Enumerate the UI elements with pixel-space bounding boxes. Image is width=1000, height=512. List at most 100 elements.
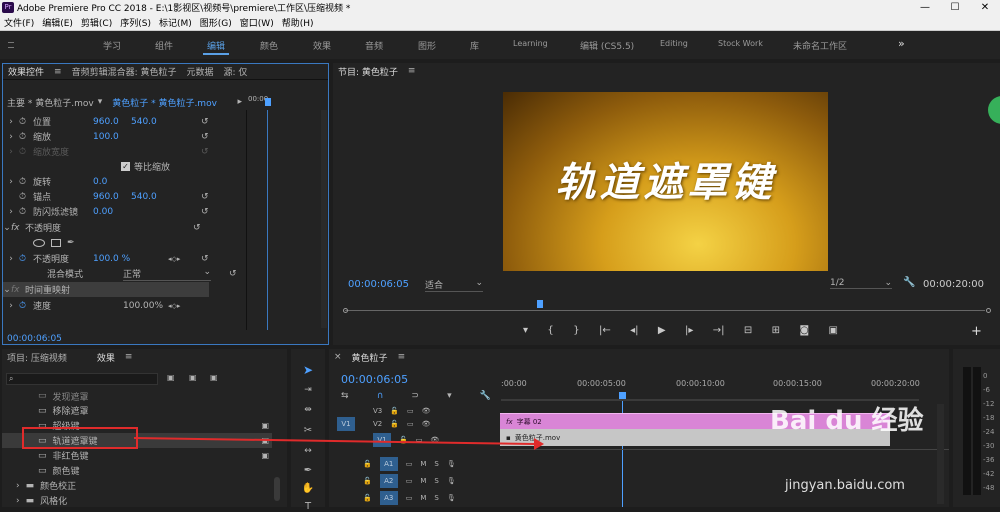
export-frame-button[interactable]: ◙	[799, 325, 809, 336]
workspace-overflow-button[interactable]: »	[898, 37, 905, 50]
expand-arrow-icon[interactable]: ›	[16, 481, 20, 491]
mute-button[interactable]: M	[420, 494, 426, 502]
property-value[interactable]: 100.00%	[123, 301, 168, 311]
sync-icon[interactable]: ▭	[406, 460, 413, 468]
workspace-learn[interactable]: 学习	[103, 39, 121, 52]
tab-project[interactable]: 项目: 压缩视频	[2, 351, 72, 364]
lock-icon[interactable]: 🔓	[363, 494, 372, 502]
workspace-learning-en[interactable]: Learning	[513, 39, 548, 48]
workspace-untitled[interactable]: 未命名工作区	[793, 39, 847, 52]
menu-file[interactable]: 文件(F)	[0, 16, 38, 29]
stopwatch-icon[interactable]: ⏱	[19, 207, 33, 217]
workspace-editing[interactable]: 编辑	[202, 39, 230, 55]
property-value[interactable]: 0.0	[93, 177, 201, 187]
accelerated-effects-icon[interactable]: ▣	[167, 373, 175, 382]
maximize-button[interactable]: ☐	[940, 2, 970, 13]
go-to-out-button[interactable]: →|	[713, 325, 725, 336]
collapse-arrow-icon[interactable]: ⌄	[3, 223, 11, 233]
tab-effects[interactable]: 效果	[72, 351, 120, 364]
workspace-graphics[interactable]: 图形	[418, 39, 436, 52]
menu-sequence[interactable]: 序列(S)	[116, 16, 155, 29]
property-value[interactable]: 100.0 %	[93, 254, 168, 264]
blend-mode-dropdown[interactable]: 正常 ⌄	[123, 267, 211, 281]
workspace-editing-cs55[interactable]: 编辑 (CS5.5)	[580, 39, 634, 52]
workspace-editing-en[interactable]: Editing	[660, 39, 688, 48]
ripple-edit-tool-icon[interactable]: ⇹	[299, 405, 317, 415]
yuv-effects-icon[interactable]: ▣	[210, 373, 218, 382]
list-item[interactable]: ▭ 移除遮罩	[2, 403, 272, 418]
lift-button[interactable]: ⊟	[744, 325, 752, 336]
play-only-icon[interactable]: ▸	[237, 97, 246, 107]
sync-icon[interactable]: ▭	[407, 407, 414, 415]
expand-arrow-icon[interactable]: ›	[3, 117, 19, 127]
side-badge[interactable]	[988, 96, 1000, 124]
lock-icon[interactable]: 🔓	[363, 477, 372, 485]
expand-arrow-icon[interactable]: ›	[3, 254, 19, 264]
tab-source[interactable]: 源: 仅	[218, 65, 252, 78]
sequence-clip-label[interactable]: 黄色粒子 * 黄色粒子.mov	[102, 96, 217, 109]
workspace-menu-icon[interactable]	[8, 42, 14, 48]
workspace-stock-work[interactable]: Stock Work	[718, 39, 763, 48]
comparison-view-button[interactable]: ▣	[829, 325, 838, 336]
step-back-button[interactable]: ◂|	[630, 325, 638, 336]
collapse-arrow-icon[interactable]: ⌄	[3, 285, 11, 295]
lock-icon[interactable]: 🔓	[363, 460, 372, 468]
tab-program[interactable]: 节目: 黄色粒子	[333, 65, 403, 78]
track-label[interactable]: A2	[379, 474, 398, 488]
stopwatch-icon[interactable]: ⏱	[19, 177, 33, 187]
lock-icon[interactable]: 🔓	[390, 420, 399, 428]
close-button[interactable]: ✕	[970, 2, 1000, 13]
keyframe-nav-icon[interactable]: ◂◇▸	[168, 302, 180, 310]
menu-graphics[interactable]: 图形(G)	[196, 16, 236, 29]
reset-icon[interactable]: ↺	[201, 117, 209, 127]
stopwatch-icon[interactable]: ⏱	[19, 132, 33, 142]
fit-dropdown[interactable]: 适合 ⌄	[425, 278, 483, 292]
mute-button[interactable]: M	[420, 477, 426, 485]
property-value-y[interactable]: 540.0	[131, 192, 201, 202]
keyframe-nav-icon[interactable]: ◂◇▸	[168, 255, 201, 263]
property-value[interactable]: 0.00	[93, 207, 201, 217]
reset-icon[interactable]: ↺	[201, 254, 209, 264]
effect-controls-timecode[interactable]: 00:00:06:05	[7, 334, 62, 344]
property-value-y[interactable]: 540.0	[131, 117, 201, 127]
property-value[interactable]: 100.0	[93, 132, 201, 142]
panel-menu-icon[interactable]: ≡	[120, 352, 138, 362]
workspace-color[interactable]: 颜色	[260, 39, 278, 52]
panel-menu-icon[interactable]: ≡	[49, 67, 67, 77]
lock-icon[interactable]: 🔓	[390, 407, 399, 415]
pen-mask-icon[interactable]: ✒	[67, 238, 75, 248]
add-marker-button[interactable]: ▾	[523, 325, 528, 336]
step-forward-button[interactable]: |▸	[685, 325, 693, 336]
reset-icon[interactable]: ↺	[211, 269, 237, 279]
scrollbar[interactable]	[321, 110, 327, 328]
resolution-dropdown[interactable]: 1/2 ⌄	[830, 278, 892, 289]
go-to-in-button[interactable]: |←	[599, 325, 611, 336]
panel-menu-icon[interactable]: ≡	[403, 66, 421, 76]
uniform-scale-checkbox[interactable]: ✓	[121, 162, 130, 171]
folder-item[interactable]: › ▬ 风格化	[2, 493, 272, 508]
workspace-effects[interactable]: 效果	[313, 39, 331, 52]
scrub-start-handle[interactable]	[343, 308, 348, 313]
solo-button[interactable]: S	[434, 477, 438, 485]
workspace-assembly[interactable]: 组件	[155, 39, 173, 52]
menu-window[interactable]: 窗口(W)	[236, 16, 278, 29]
timeline-timecode[interactable]: 00:00:06:05	[341, 373, 408, 386]
expand-arrow-icon[interactable]: ›	[3, 207, 19, 217]
mute-button[interactable]: M	[420, 460, 426, 468]
tab-audio-clip-mixer[interactable]: 音频剪辑混合器: 黄色粒子	[67, 65, 182, 78]
solo-button[interactable]: S	[434, 494, 438, 502]
pen-tool-icon[interactable]: ✒	[299, 465, 317, 476]
scrub-bar[interactable]	[345, 310, 985, 311]
eye-icon[interactable]: 👁	[422, 420, 431, 428]
selection-tool-icon[interactable]: ➤	[299, 363, 317, 379]
close-icon[interactable]: ×	[329, 352, 347, 362]
mic-icon[interactable]: 🎙	[447, 477, 456, 485]
program-playhead-icon[interactable]	[537, 300, 543, 308]
mark-out-button[interactable]: }	[573, 325, 579, 336]
stopwatch-icon[interactable]: ⏱	[19, 301, 33, 311]
solo-button[interactable]: S	[434, 460, 438, 468]
source-patch-v1[interactable]: V1	[337, 416, 355, 431]
sync-icon[interactable]: ▭	[407, 420, 414, 428]
property-value-x[interactable]: 960.0	[93, 117, 131, 127]
stopwatch-icon[interactable]: ⏱	[19, 117, 33, 127]
